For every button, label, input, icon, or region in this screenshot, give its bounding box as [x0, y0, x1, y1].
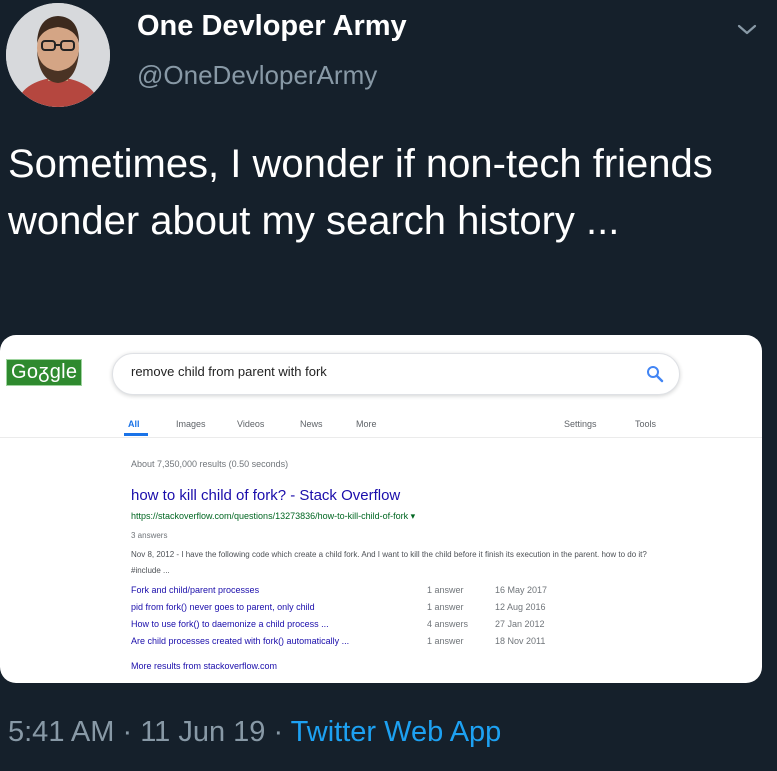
tweet-date[interactable]: 11 Jun 19 [140, 716, 265, 748]
tabs-divider [0, 437, 762, 438]
sub-result-title: pid from fork() never goes to parent, on… [131, 602, 315, 612]
sub-result-title: Fork and child/parent processes [131, 585, 260, 595]
tab-settings: Settings [564, 419, 597, 429]
tab-images: Images [176, 419, 206, 429]
active-tab-indicator [124, 433, 148, 436]
tweet-text: Sometimes, I wonder if non-tech friends … [8, 142, 713, 243]
result-snippet: Nov 8, 2012 - I have the following code … [131, 550, 647, 575]
search-icon [647, 366, 664, 383]
sub-result-date: 16 May 2017 [495, 585, 548, 595]
avatar-photo [6, 3, 110, 107]
sub-result-row: pid from fork() never goes to parent, on… [131, 602, 591, 619]
sub-result-date: 18 Nov 2011 [495, 636, 546, 646]
avatar[interactable] [6, 3, 110, 107]
more-results-link: More results from stackoverflow.com [131, 661, 278, 671]
result-stats: About 7,350,000 results (0.50 seconds) [131, 459, 289, 469]
google-logo: Goᵹgle [6, 359, 83, 386]
separator: · [265, 716, 291, 748]
sub-result-title: Are child processes created with fork() … [131, 636, 350, 646]
sub-result-date: 12 Aug 2016 [495, 602, 546, 612]
search-box: remove child from parent with fork [112, 353, 680, 395]
sub-result-title: How to use fork() to daemonize a child p… [131, 619, 329, 629]
tab-videos: Videos [237, 419, 265, 429]
sub-result-answers: 1 answer [427, 602, 464, 612]
result-title: how to kill child of fork? - Stack Overf… [131, 487, 401, 504]
chevron-down-icon[interactable] [733, 18, 761, 40]
author-handle[interactable]: @OneDevloperArmy [137, 60, 377, 91]
tweet-footer: 5:41 AM · 11 Jun 19 · Twitter Web App [8, 716, 501, 749]
tweet-source-link[interactable]: Twitter Web App [291, 716, 502, 748]
author-name[interactable]: One Devloper Army [137, 10, 407, 43]
result-answers: 3 answers [131, 531, 168, 540]
separator: · [114, 716, 141, 748]
tab-tools: Tools [635, 419, 657, 429]
sub-result-row: Fork and child/parent processes 1 answer… [131, 585, 591, 602]
sub-result-row: Are child processes created with fork() … [131, 636, 591, 653]
sub-result-row: How to use fork() to daemonize a child p… [131, 619, 591, 636]
sub-result-date: 27 Jan 2012 [495, 619, 545, 629]
dropdown-arrow-icon: ▾ [410, 511, 416, 521]
tab-more: More [356, 419, 377, 429]
tweet-time[interactable]: 5:41 AM [8, 716, 114, 748]
tab-news: News [300, 419, 323, 429]
tweet-image[interactable]: Goᵹgle remove child from parent with for… [0, 335, 762, 683]
sub-result-answers: 1 answer [427, 585, 464, 595]
search-query: remove child from parent with fork [131, 364, 327, 379]
sub-result-answers: 4 answers [427, 619, 469, 629]
sub-result-answers: 1 answer [427, 636, 464, 646]
result-url-text: https://stackoverflow.com/questions/1327… [131, 511, 409, 521]
tab-all: All [128, 419, 140, 429]
result-url: https://stackoverflow.com/questions/1327… [131, 511, 415, 522]
sub-results: Fork and child/parent processes 1 answer… [131, 585, 591, 653]
